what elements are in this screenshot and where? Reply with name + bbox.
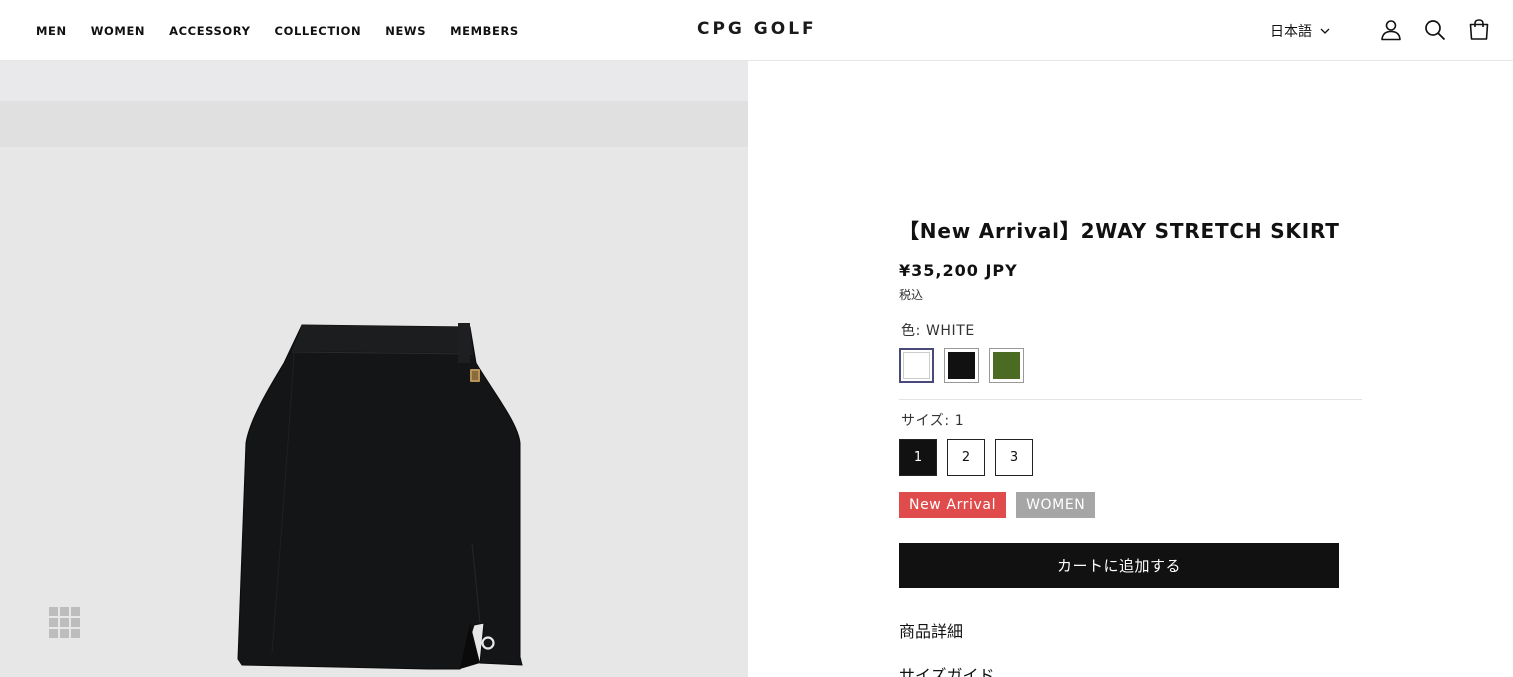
nav-item-news[interactable]: NEWS — [385, 24, 426, 38]
backdrop-top — [0, 61, 748, 101]
nav-item-members[interactable]: MEMBERS — [450, 24, 519, 38]
cart-icon[interactable] — [1467, 18, 1491, 42]
nav-item-accessory[interactable]: ACCESSORY — [169, 24, 250, 38]
search-icon[interactable] — [1423, 18, 1447, 42]
tag-women: WOMEN — [1016, 492, 1096, 518]
main-nav: MEN WOMEN ACCESSORY COLLECTION NEWS MEMB… — [36, 0, 543, 61]
add-to-cart-button[interactable]: カートに追加する — [899, 543, 1339, 588]
size-label: サイズ: 1 — [901, 413, 965, 429]
size-option-1[interactable]: 1 — [899, 439, 937, 476]
product-title: 【New Arrival】2WAY STRETCH SKIRT — [899, 219, 1340, 243]
color-swatch-black[interactable] — [944, 348, 979, 383]
tag-new-arrival: New Arrival — [899, 492, 1007, 518]
nav-item-men[interactable]: MEN — [36, 24, 67, 38]
divider — [899, 399, 1362, 400]
product-price: ¥35,200 JPY — [899, 261, 1018, 280]
nav-item-collection[interactable]: COLLECTION — [275, 24, 362, 38]
size-option-2[interactable]: 2 — [947, 439, 985, 476]
swatch-fill — [993, 352, 1020, 379]
brand-logo[interactable]: CPG GOLF — [697, 19, 817, 39]
product-info: 【New Arrival】2WAY STRETCH SKIRT ¥35,200 … — [899, 0, 1369, 677]
color-swatch-white[interactable] — [899, 348, 934, 383]
size-guide-toggle[interactable]: サイズガイド — [899, 662, 995, 677]
color-label: 色: WHITE — [901, 323, 975, 339]
backdrop-band — [0, 101, 748, 147]
product-details-toggle[interactable]: 商品詳細 — [899, 618, 963, 642]
swatch-fill — [948, 352, 975, 379]
grid-view-icon[interactable] — [49, 607, 81, 639]
color-swatch-green[interactable] — [989, 348, 1024, 383]
product-tags: New Arrival WOMEN — [899, 492, 1105, 518]
product-image-skirt — [237, 323, 523, 670]
tax-note: 税込 — [899, 288, 924, 302]
account-icon[interactable] — [1379, 18, 1403, 42]
color-swatches — [899, 348, 1034, 383]
size-options: 1 2 3 — [899, 439, 1043, 476]
size-option-3[interactable]: 3 — [995, 439, 1033, 476]
nav-item-women[interactable]: WOMEN — [91, 24, 145, 38]
product-gallery[interactable] — [0, 61, 748, 677]
swatch-fill — [903, 352, 930, 379]
